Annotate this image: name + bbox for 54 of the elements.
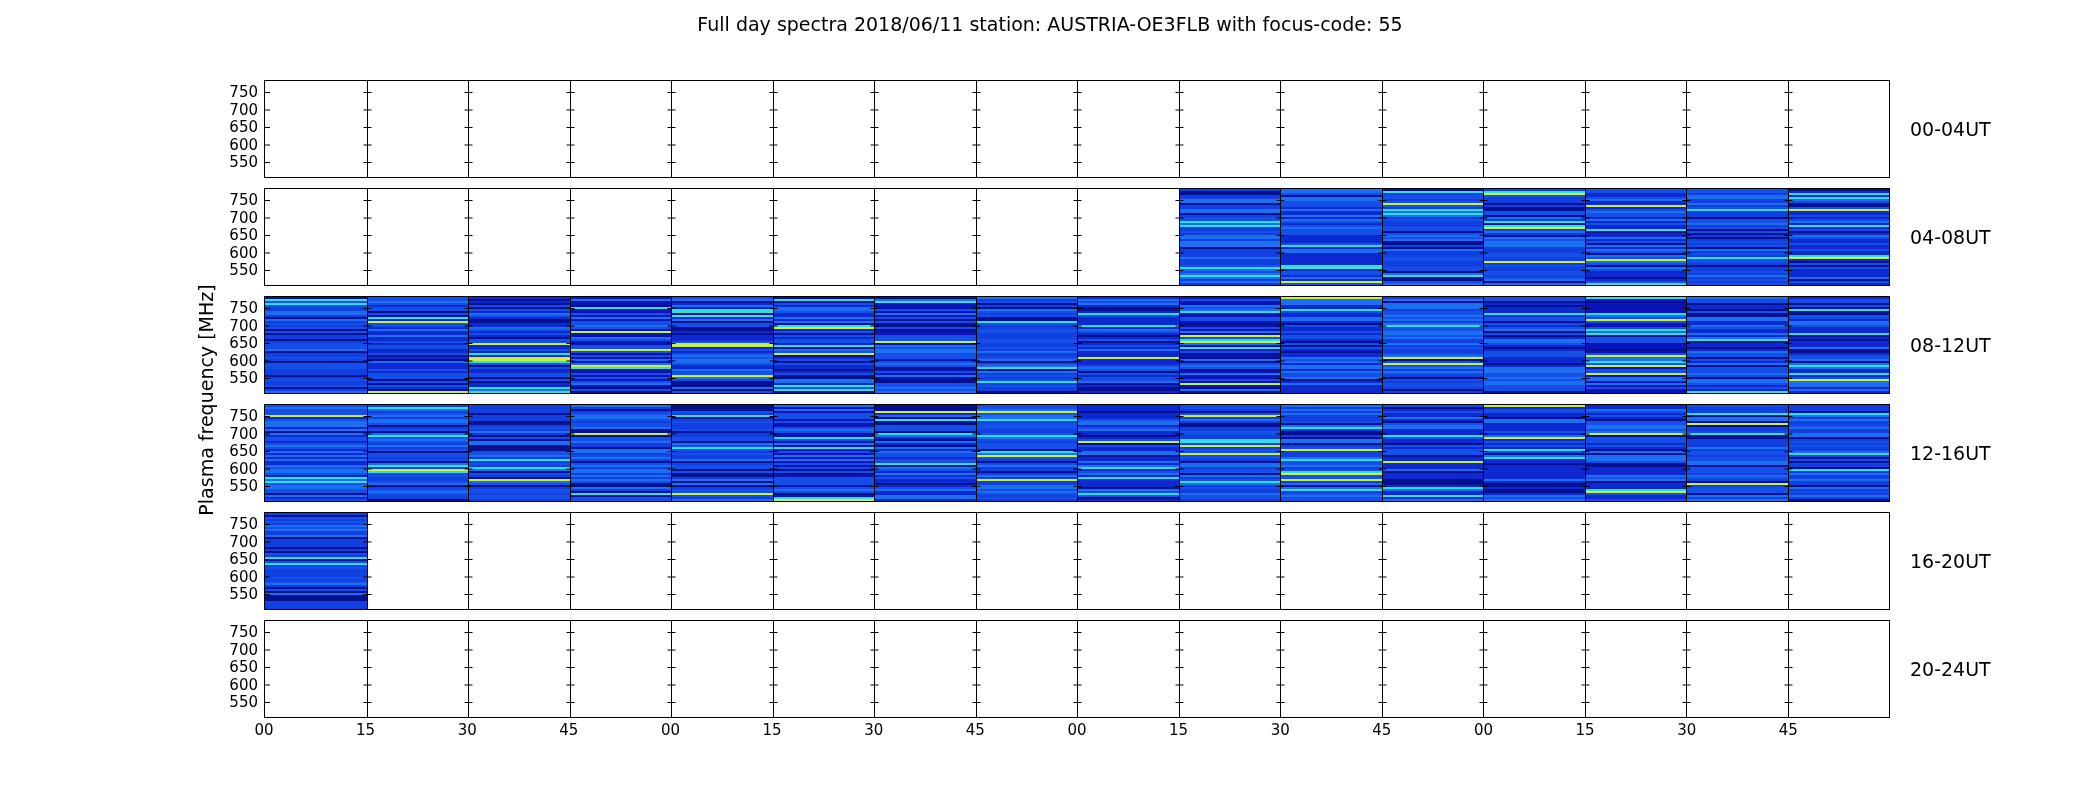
y-tick-label: 700 <box>229 209 258 226</box>
x-tick-label: 45 <box>965 722 985 738</box>
y-tick-label: 700 <box>229 641 258 658</box>
y-tick-label: 700 <box>229 101 258 118</box>
x-tick-label: 00 <box>660 722 681 738</box>
y-tick-label: 700 <box>229 317 258 334</box>
y-tick-label: 600 <box>229 352 258 369</box>
x-tick-label: 15 <box>762 722 782 738</box>
y-tick-label: 600 <box>229 568 258 585</box>
time-range-label: 12-16UT <box>1910 440 1991 466</box>
y-tick-label: 750 <box>229 408 258 424</box>
x-tick-label: 15 <box>1169 722 1189 738</box>
y-tick-label: 750 <box>229 192 258 208</box>
chart-title: Full day spectra 2018/06/11 station: AUSTRIA-OE3FLB with focus-code: 55 <box>697 12 1403 36</box>
y-tick-label: 750 <box>229 84 258 100</box>
y-tick-label: 600 <box>229 460 258 477</box>
x-tick-label: 30 <box>1270 722 1290 738</box>
y-tick-label: 750 <box>229 624 258 640</box>
time-range-label: 20-24UT <box>1910 656 1991 682</box>
y-tick-label: 650 <box>229 335 258 351</box>
x-tick-label: 00 <box>1473 722 1494 738</box>
x-tick-label: 30 <box>864 722 884 738</box>
x-tick-label: 15 <box>1575 722 1595 738</box>
time-range-label: 04-08UT <box>1910 224 1991 250</box>
y-tick-label: 700 <box>229 533 258 550</box>
y-tick-label: 650 <box>229 551 258 567</box>
y-axis-label: Plasma frequency [MHz] <box>195 284 217 516</box>
y-tick-label: 650 <box>229 659 258 675</box>
x-tick-label: 45 <box>559 722 579 738</box>
y-tick-label: 550 <box>229 262 258 278</box>
y-tick-label: 600 <box>229 676 258 693</box>
y-tick-label: 600 <box>229 136 258 153</box>
y-tick-label: 550 <box>229 586 258 602</box>
time-range-label: 08-12UT <box>1910 332 1991 358</box>
x-tick-label: 00 <box>1067 722 1087 738</box>
y-tick-label: 650 <box>229 443 258 459</box>
y-tick-label: 550 <box>229 370 258 386</box>
x-tick-label: 45 <box>1778 722 1798 738</box>
y-tick-label: 750 <box>229 300 258 316</box>
x-tick-label: 30 <box>1677 722 1697 738</box>
y-tick-label: 550 <box>229 478 258 494</box>
y-tick-label: 700 <box>229 425 258 442</box>
time-range-label: 16-20UT <box>1910 548 1991 574</box>
x-tick-label: 15 <box>356 722 376 738</box>
y-tick-label: 550 <box>229 154 258 170</box>
y-tick-label: 600 <box>229 244 258 261</box>
x-tick-label: 00 <box>254 722 274 738</box>
y-tick-label: 650 <box>229 119 258 135</box>
y-tick-label: 750 <box>229 516 258 532</box>
y-tick-label: 650 <box>229 227 258 243</box>
y-tick-label: 550 <box>229 694 258 710</box>
x-tick-label: 30 <box>457 722 477 738</box>
time-range-label: 00-04UT <box>1910 116 1991 142</box>
x-tick-label: 45 <box>1372 722 1392 738</box>
